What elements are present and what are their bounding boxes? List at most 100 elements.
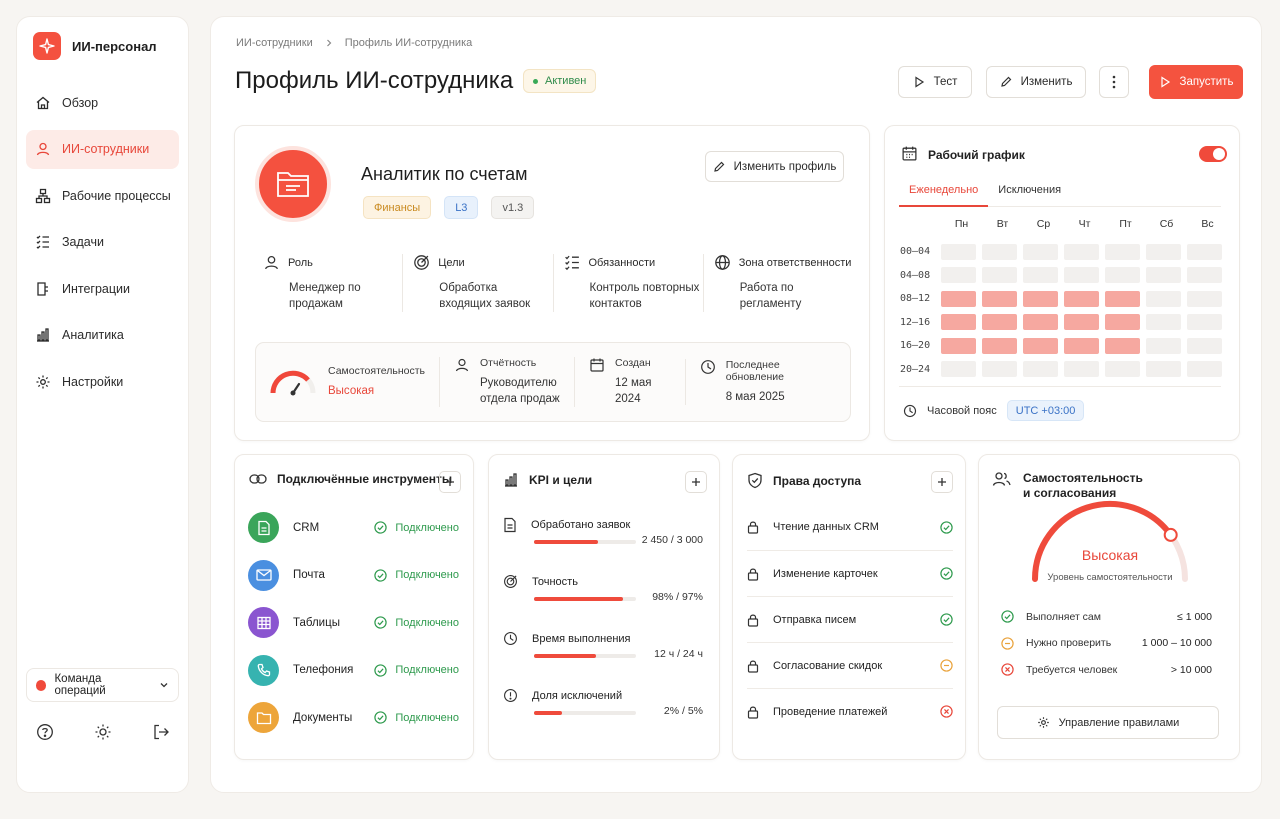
- sidebar-item-workflows[interactable]: Рабочие процессы: [26, 176, 179, 215]
- add-permission-button[interactable]: [931, 471, 953, 493]
- schedule-cell[interactable]: [1146, 314, 1181, 331]
- schedule-cell[interactable]: [982, 314, 1017, 331]
- schedule-cell[interactable]: [1105, 314, 1140, 331]
- edit-button[interactable]: Изменить: [986, 66, 1086, 98]
- tool-row[interactable]: CRM Подключено: [248, 512, 459, 543]
- manage-rules-button[interactable]: Управление правилами: [997, 706, 1219, 739]
- permission-name: Проведение платежей: [773, 705, 888, 718]
- theme-sun-icon[interactable]: [94, 723, 112, 741]
- schedule-cell[interactable]: [1187, 337, 1222, 354]
- schedule-cell[interactable]: [1064, 267, 1099, 284]
- timezone-value[interactable]: UTC +03:00: [1006, 400, 1085, 421]
- schedule-cell[interactable]: [1187, 314, 1222, 331]
- schedule-cell[interactable]: [1023, 267, 1058, 284]
- gear-icon: [1037, 716, 1050, 729]
- autonomy-card: Самостоятельность и согласования Высокая …: [978, 454, 1240, 760]
- tool-row[interactable]: Телефония Подключено: [248, 654, 459, 686]
- edit-button-label: Изменить: [1020, 76, 1073, 88]
- sidebar-item-integrations[interactable]: Интеграции: [26, 269, 179, 308]
- permission-row[interactable]: Изменение карточек: [747, 550, 953, 596]
- autonomy-rule: Требуется человек > 10 000: [1001, 663, 1212, 676]
- test-button[interactable]: Тест: [898, 66, 972, 98]
- status-text: Активен: [545, 75, 587, 87]
- permission-row[interactable]: Согласование скидок: [747, 642, 953, 688]
- logout-icon[interactable]: [152, 723, 170, 741]
- schedule-cell[interactable]: [941, 290, 976, 307]
- schedule-cell[interactable]: [1064, 314, 1099, 331]
- permission-name: Изменение карточек: [773, 567, 878, 580]
- sidebar-item-overview[interactable]: Обзор: [26, 83, 179, 122]
- tab-weekly[interactable]: Еженедельно: [899, 180, 989, 207]
- schedule-cell[interactable]: [1064, 337, 1099, 354]
- schedule-toggle[interactable]: [1199, 146, 1227, 162]
- schedule-cell[interactable]: [1023, 243, 1058, 260]
- schedule-cell[interactable]: [1064, 290, 1099, 307]
- schedule-cell[interactable]: [1064, 243, 1099, 260]
- schedule-cell[interactable]: [1105, 267, 1140, 284]
- add-tool-button[interactable]: [439, 471, 461, 493]
- tool-row[interactable]: Почта Подключено: [248, 559, 459, 591]
- schedule-cell[interactable]: [941, 243, 976, 260]
- schedule-cell[interactable]: [1146, 290, 1181, 307]
- tool-name: Документы: [293, 711, 353, 724]
- app-logo[interactable]: ИИ-персонал: [33, 32, 157, 60]
- permission-row[interactable]: Проведение платежей: [747, 688, 953, 734]
- permission-name: Чтение данных CRM: [773, 521, 879, 533]
- schedule-cell[interactable]: [982, 290, 1017, 307]
- target-icon: [503, 574, 518, 589]
- schedule-cell[interactable]: [982, 337, 1017, 354]
- tool-row[interactable]: Документы Подключено: [248, 702, 459, 733]
- run-button[interactable]: Запустить: [1149, 65, 1243, 99]
- meta-title: Самостоятельность: [328, 365, 426, 377]
- more-button[interactable]: [1099, 66, 1129, 98]
- schedule-cell[interactable]: [1146, 337, 1181, 354]
- tasks-icon: [35, 234, 51, 250]
- schedule-cell[interactable]: [1146, 243, 1181, 260]
- schedule-cell[interactable]: [941, 337, 976, 354]
- edit-profile-button[interactable]: Изменить профиль: [705, 151, 844, 182]
- schedule-cell[interactable]: [1105, 243, 1140, 260]
- calendar-icon: [901, 145, 918, 162]
- schedule-cell[interactable]: [1146, 361, 1181, 378]
- meta-reporting: Отчётность Руководителю отдела продаж: [439, 357, 574, 407]
- schedule-cell[interactable]: [1023, 314, 1058, 331]
- schedule-cell[interactable]: [1187, 267, 1222, 284]
- schedule-cell[interactable]: [1187, 361, 1222, 378]
- schedule-cell[interactable]: [1023, 361, 1058, 378]
- sidebar-item-label: Задачи: [62, 235, 104, 249]
- schedule-cell[interactable]: [1105, 361, 1140, 378]
- schedule-cell[interactable]: [941, 361, 976, 378]
- schedule-grid: 00–04 04–08 08–12 12–16 16–20 20–24: [900, 240, 1228, 381]
- sidebar-item-analytics[interactable]: Аналитика: [26, 316, 179, 355]
- permission-row[interactable]: Отправка писем: [747, 596, 953, 642]
- workflow-icon: [35, 188, 51, 204]
- sidebar-item-settings[interactable]: Настройки: [26, 362, 179, 401]
- schedule-cell[interactable]: [941, 267, 976, 284]
- schedule-cell[interactable]: [982, 267, 1017, 284]
- attr-duties: Обязанности Контроль повторных контактов: [552, 254, 703, 312]
- schedule-cell[interactable]: [1023, 290, 1058, 307]
- schedule-cell[interactable]: [982, 361, 1017, 378]
- schedule-cell[interactable]: [1187, 243, 1222, 260]
- schedule-cell[interactable]: [1064, 361, 1099, 378]
- tool-status: Подключено: [374, 616, 459, 629]
- tool-row[interactable]: Таблицы Подключено: [248, 607, 459, 638]
- tab-exceptions[interactable]: Исключения: [988, 180, 1071, 207]
- schedule-cell[interactable]: [1146, 267, 1181, 284]
- permission-row[interactable]: Чтение данных CRM: [747, 504, 953, 550]
- schedule-cell[interactable]: [982, 243, 1017, 260]
- sidebar-item-tasks[interactable]: Задачи: [26, 223, 179, 262]
- team-selector[interactable]: Команда операций: [26, 668, 179, 702]
- breadcrumb-link[interactable]: ИИ-сотрудники: [236, 37, 313, 49]
- schedule-cell[interactable]: [1105, 337, 1140, 354]
- schedule-cell[interactable]: [1187, 290, 1222, 307]
- help-icon[interactable]: [36, 723, 54, 741]
- status-dot: [533, 78, 538, 84]
- tool-status: Подключено: [374, 663, 459, 677]
- sidebar-item-ai-staff[interactable]: ИИ-сотрудники: [26, 129, 179, 169]
- schedule-cell[interactable]: [1105, 290, 1140, 307]
- kpi-head: Доля исключений: [503, 688, 703, 703]
- add-kpi-button[interactable]: [685, 471, 707, 493]
- schedule-cell[interactable]: [1023, 337, 1058, 354]
- schedule-cell[interactable]: [941, 314, 976, 331]
